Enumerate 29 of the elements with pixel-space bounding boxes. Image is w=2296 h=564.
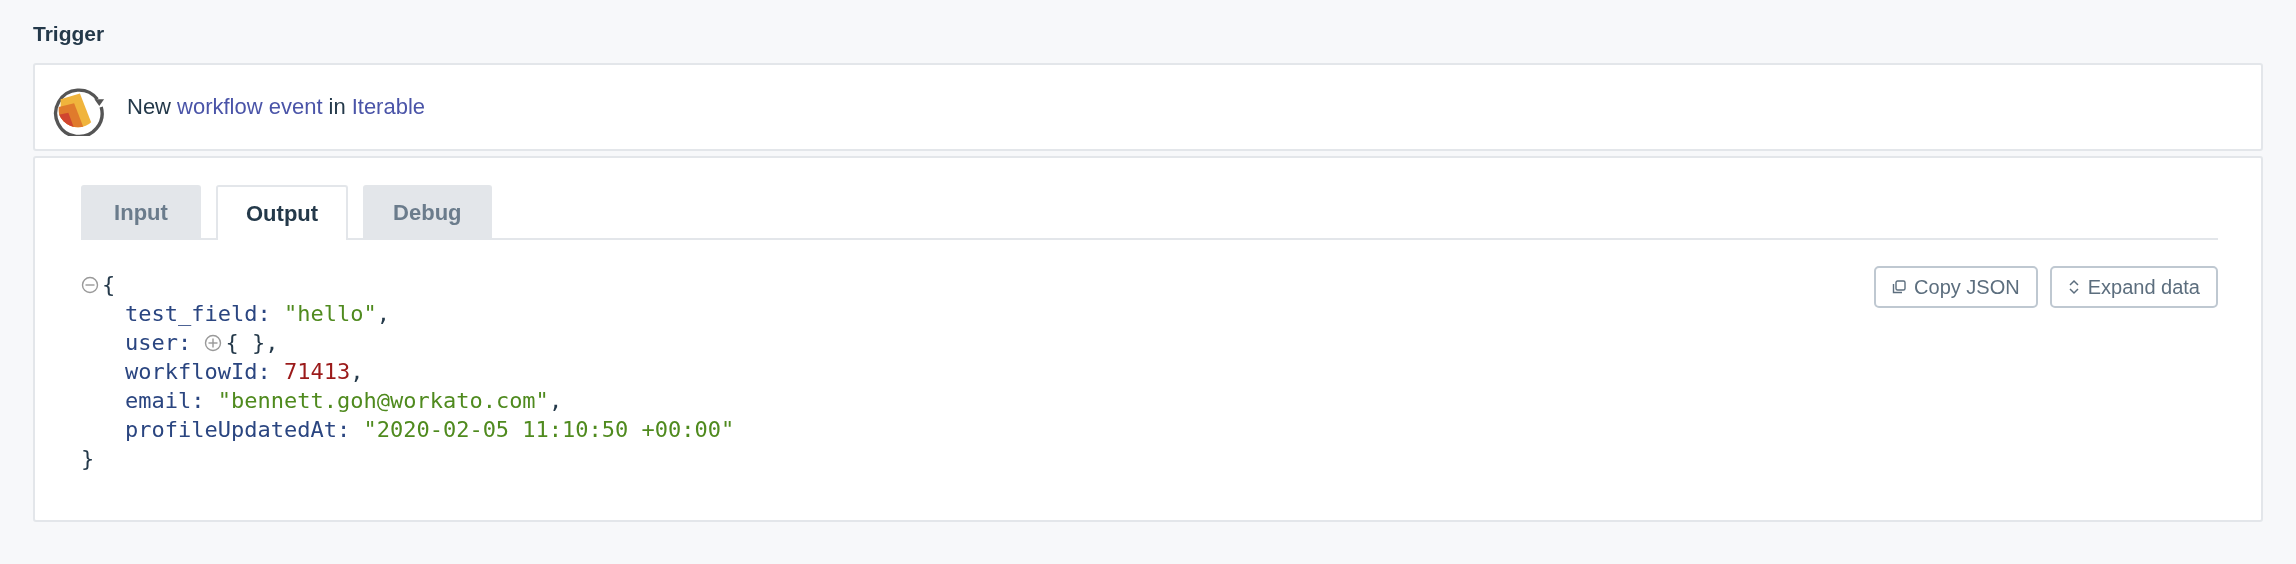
json-value: "2020-02-05 11:10:50 +00:00" xyxy=(363,416,735,444)
tab[interactable]: Input xyxy=(81,185,201,238)
expand-icon[interactable] xyxy=(204,333,223,352)
json-key: email: xyxy=(125,386,205,415)
json-value: "bennett.goh@workato.com" xyxy=(217,387,549,415)
expand-data-button[interactable]: Expand data xyxy=(2049,266,2218,308)
json-key: user: xyxy=(125,328,192,357)
json-bracket: { xyxy=(102,271,116,299)
json-key: test_field: xyxy=(125,299,271,328)
json-key: profileUpdatedAt: xyxy=(125,415,351,444)
tab[interactable]: Debug xyxy=(363,185,492,238)
section-title: Trigger xyxy=(33,21,106,47)
json-value: "hello" xyxy=(283,300,377,328)
trigger-link[interactable]: workflow event xyxy=(177,94,323,120)
tab[interactable]: Output xyxy=(216,185,349,240)
trigger-description: New workflow event in Iterable xyxy=(127,94,426,120)
json-comma: , xyxy=(548,387,563,415)
copy-icon xyxy=(1892,280,1907,294)
json-bracket: } xyxy=(81,445,95,473)
json-value: 71413 xyxy=(283,358,351,386)
chevrons-icon xyxy=(2067,279,2080,295)
json-value: { } xyxy=(225,329,266,357)
json-comma: , xyxy=(265,329,279,357)
trigger-link[interactable]: Iterable xyxy=(351,94,426,120)
json-comma: , xyxy=(350,358,364,386)
json-key: workflowId: xyxy=(125,357,271,386)
collapse-icon[interactable] xyxy=(81,275,99,294)
copy-json-button[interactable]: Copy JSON xyxy=(1874,266,2038,308)
json-comma: , xyxy=(376,300,390,328)
